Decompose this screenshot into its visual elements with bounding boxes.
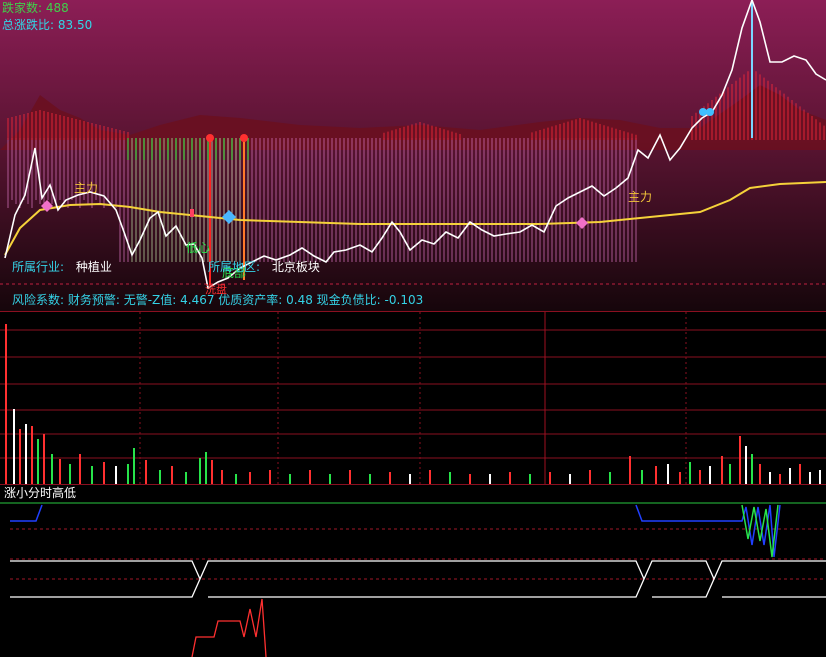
main-chart-panel[interactable]: 跌家数: 488 总涨跌比: 83.50 主力 主力 低心 底部 洗盘 所属行业… [0, 0, 826, 311]
low-tag: 低心 [186, 241, 211, 255]
volume-panel[interactable] [0, 311, 826, 484]
industry-value: 种植业 [75, 260, 112, 274]
ratio-stat: 总涨跌比: 83.50 [2, 18, 92, 32]
fall-count-stat: 跌家数: 488 [2, 1, 69, 15]
region-info: 所属地区: 北京板块 [208, 260, 320, 274]
indicator-chart-canvas[interactable] [0, 485, 826, 657]
fall-count-label: 跌家数: [2, 1, 43, 15]
main-chart-canvas[interactable] [0, 0, 826, 311]
region-value: 北京板块 [271, 260, 320, 274]
indicator-panel[interactable]: 涨小分时高低 [0, 484, 826, 657]
red-signal-line [191, 598, 267, 657]
ratio-label: 总涨跌比: [2, 18, 55, 32]
fall-count-value: 488 [45, 1, 69, 15]
volume-chart-canvas[interactable] [0, 312, 826, 484]
main-force-annotation: 主力 [628, 190, 653, 204]
small-marker-icon [190, 209, 194, 217]
industry-label: 所属行业: [12, 260, 65, 274]
blue-signal-line [10, 504, 43, 522]
main-force-annotation: 主力 [74, 181, 99, 195]
ratio-value: 83.50 [57, 18, 93, 32]
indicator-title: 涨小分时高低 [4, 486, 77, 500]
region-label: 所属地区: [208, 260, 261, 274]
risk-info-line: 风险系数: 财务预警: 无警-Z值: 4.467 优质资产率: 0.48 现金负… [12, 293, 424, 307]
signal-dot [240, 134, 248, 142]
industry-info: 所属行业: 种植业 [12, 260, 112, 274]
signal-dot [206, 134, 214, 142]
